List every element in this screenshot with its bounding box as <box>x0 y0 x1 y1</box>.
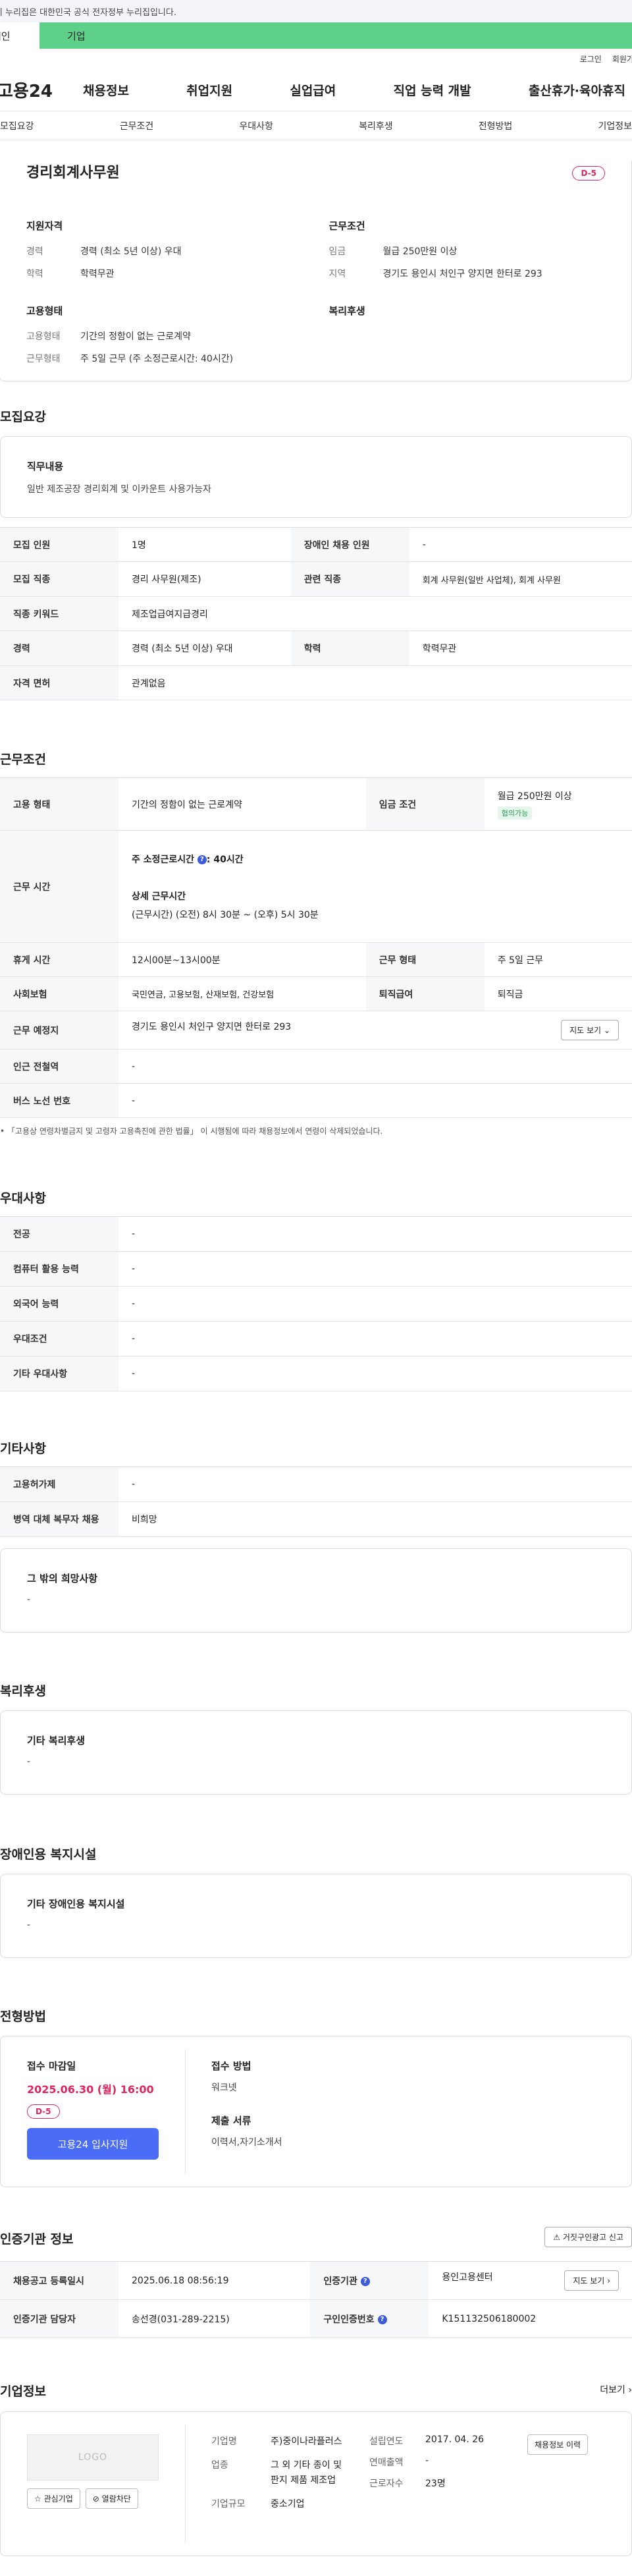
corp-info-box: LOGO ☆ 관심기업 ⊘ 열람차단 기업명 주)중이나라플러스 업종 그 외 기타… <box>0 2411 632 2556</box>
info-icon[interactable]: ? <box>197 854 207 864</box>
tab-person[interactable]: 개인 <box>0 22 40 49</box>
subnav-welfare[interactable]: 복리후생 <box>359 119 393 132</box>
dday-badge: D-5 <box>572 166 605 181</box>
etc-table: 고용허가제 - 병역 대체 복무자 채용 비희망 <box>0 1467 632 1537</box>
subnav-recruit[interactable]: 모집요강 <box>0 119 34 132</box>
info-icon[interactable]: ? <box>377 2314 387 2324</box>
login-link[interactable]: 로그인 <box>580 53 602 65</box>
emp-head: 고용형태 <box>26 305 63 317</box>
section-title-pref: 우대사항 <box>0 1191 46 1206</box>
section-title-etc: 기타사항 <box>0 1442 46 1456</box>
block-icon: ⊘ <box>92 2494 99 2504</box>
deadline-date: 2025.06.30 (월) 16:00 <box>27 2083 154 2096</box>
tab-corp[interactable]: 기업 <box>40 22 632 49</box>
section-subnav: 모집요강 근무조건 우대사항 복리후생 전형방법 기업정보 <box>0 111 632 140</box>
apply-button[interactable]: 고용24 입사지원 <box>27 2128 159 2160</box>
gov-banner-text: 이 누리집은 대한민국 공식 전자정부 누리집입니다. <box>0 7 176 18</box>
section-title-recruit: 모집요강 <box>0 410 46 424</box>
welfare-box: 기타 복리후생 - <box>0 1710 632 1795</box>
subnav-work[interactable]: 근무조건 <box>120 119 154 132</box>
cond-head: 근무조건 <box>329 220 365 232</box>
section-title-cert: 인증기관 정보 <box>0 2232 74 2247</box>
apply-dday-badge: D-5 <box>27 2104 60 2119</box>
gnb-item-jobs[interactable]: 채용정보 <box>83 81 129 99</box>
signup-link[interactable]: 회원가입 <box>612 53 632 65</box>
gnb-item-leave[interactable]: 출산휴가·육아휴직 <box>529 81 625 99</box>
work-table: 고용 형태 기간의 정함이 없는 근로계약 임금 조건 월급 250만원 이상 협… <box>0 777 632 1118</box>
subnav-pref[interactable]: 우대사항 <box>239 119 273 132</box>
job-title: 경리회계사무원 <box>26 165 120 181</box>
corp-logo: LOGO <box>27 2434 159 2480</box>
section-title-welfare: 복리후생 <box>0 1684 46 1698</box>
section-title-work: 근무조건 <box>0 752 46 767</box>
false-ad-report-button[interactable]: ⚠ 거짓구인광고 신고 <box>544 2227 632 2247</box>
util-menu: 로그인 회원가입 <box>0 49 632 69</box>
cert-map-button[interactable]: 지도 보기 › <box>564 2270 619 2291</box>
age-law-note: • 「고용상 연령차별금지 및 고령자 고용촉진에 관한 법률」 이 시행됨에 … <box>0 1127 383 1136</box>
site-logo[interactable]: 고용24 <box>0 78 83 102</box>
subnav-corp[interactable]: 기업정보 <box>598 119 632 132</box>
section-title-corp: 기업정보 <box>0 2384 46 2399</box>
job-summary-card: 경리회계사무원 D-5 지원자격 경력 경력 (최소 5년 이상) 우대 학력 학력… <box>0 161 632 381</box>
star-icon: ☆ <box>34 2494 41 2504</box>
gov-banner: 이 누리집은 대한민국 공식 전자정부 누리집입니다. <box>0 0 632 22</box>
gnb-item-unemployment[interactable]: 실업급여 <box>290 81 336 99</box>
gnb-menu: 채용정보 취업지원 실업급여 직업 능력 개발 출산휴가·육아휴직 <box>83 81 632 99</box>
chevron-down-icon: ⌄ <box>603 1026 610 1035</box>
member-type-tabs: 개인 기업 <box>0 22 632 49</box>
pref-table: 전공 - 컴퓨터 활용 능력 - 외국어 능력 - 우대조건 - 기타 우대사항 - <box>0 1216 632 1391</box>
section-title-apply: 전형방법 <box>0 2009 46 2024</box>
recruit-table: 모집 인원 1명 장애인 채용 인원 - 모집 직종 경리 사무원(제조) 관련 직종 회계… <box>0 527 632 700</box>
welfare-head: 복리후생 <box>329 305 365 317</box>
qual-head: 지원자격 <box>26 220 63 232</box>
corp-more-link[interactable]: 더보기 › <box>600 2383 632 2396</box>
subnav-apply[interactable]: 전형방법 <box>479 119 513 132</box>
disabled-facility-box: 기타 장애인용 복지시설 - <box>0 1874 632 1958</box>
siren-icon: ⚠ <box>553 2233 561 2242</box>
info-icon[interactable]: ? <box>360 2276 370 2286</box>
gnb-item-training[interactable]: 직업 능력 개발 <box>394 81 471 99</box>
section-title-disabled: 장애인용 복지시설 <box>0 1847 97 1862</box>
map-view-button[interactable]: 지도 보기 ⌄ <box>561 1020 619 1040</box>
block-view-button[interactable]: ⊘ 열람차단 <box>85 2488 138 2509</box>
cert-table: 채용공고 등록일시 2025.06.18 08:56:19 인증기관 ? 용인고… <box>0 2261 632 2338</box>
chevron-right-icon: › <box>607 2276 610 2285</box>
chevron-right-icon: › <box>628 2385 632 2395</box>
negotiable-badge: 협의가능 <box>497 806 533 820</box>
other-wish-box: 그 밖의 희망사항 - <box>0 1548 632 1633</box>
gnb-item-employment-support[interactable]: 취업지원 <box>186 81 232 99</box>
favorite-corp-button[interactable]: ☆ 관심기업 <box>27 2488 80 2509</box>
duty-box: 직무내용 일반 제조공장 경리회계 및 이카운트 사용가능자 <box>0 436 632 518</box>
apply-box: 접수 마감일 2025.06.30 (월) 16:00 D-5 고용24 입사지… <box>0 2036 632 2187</box>
global-nav: 고용24 채용정보 취업지원 실업급여 직업 능력 개발 출산휴가·육아휴직 <box>0 69 632 111</box>
job-history-button[interactable]: 채용정보 이력 <box>527 2434 589 2455</box>
